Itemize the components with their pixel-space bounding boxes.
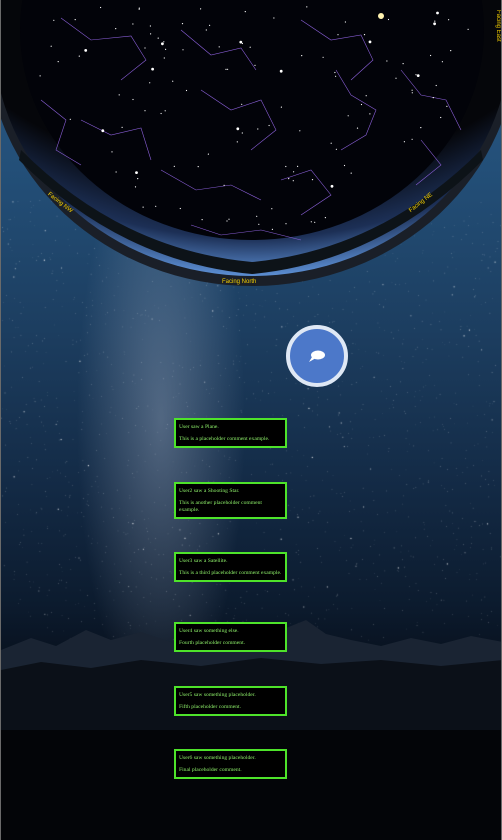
chat-button[interactable] bbox=[286, 325, 348, 387]
comment-card[interactable]: User3 saw a Satellite. This is a third p… bbox=[174, 552, 287, 582]
comment-body: This is another placeholder comment exam… bbox=[179, 499, 262, 513]
comment-card[interactable]: User2 saw a Shooting Star. This is anoth… bbox=[174, 482, 287, 519]
comment-body: Fourth placeholder comment. bbox=[179, 639, 246, 646]
facing-east-label: Facing East bbox=[495, 10, 501, 42]
comment-body: Final placeholder comment. bbox=[179, 766, 242, 773]
comment-title: User4 saw something else. bbox=[179, 628, 239, 634]
comment-card[interactable]: User5 saw something placeholder. Fifth p… bbox=[174, 686, 287, 716]
comment-body: This is a third placeholder comment exam… bbox=[179, 569, 282, 576]
comment-title: User2 saw a Shooting Star. bbox=[179, 488, 240, 494]
comment-card[interactable]: User4 saw something else. Fourth placeho… bbox=[174, 622, 287, 652]
comment-title: User3 saw a Satellite. bbox=[179, 558, 228, 564]
speech-bubble-icon bbox=[309, 350, 325, 362]
comment-body: Fifth placeholder comment. bbox=[179, 703, 241, 710]
comment-title: User saw a Plane. bbox=[179, 424, 219, 430]
comment-title: User5 saw something placeholder. bbox=[179, 692, 256, 698]
night-sky-background: Facing North Facing NW Facing NE Facing … bbox=[0, 0, 502, 840]
facing-north-label: Facing North bbox=[222, 279, 257, 285]
sky-map[interactable] bbox=[1, 0, 502, 300]
comment-body: This is a placeholder comment example. bbox=[179, 435, 270, 442]
comment-card[interactable]: User6 saw something placeholder. Final p… bbox=[174, 749, 287, 779]
comment-title: User6 saw something placeholder. bbox=[179, 755, 256, 761]
comment-card[interactable]: User saw a Plane. This is a placeholder … bbox=[174, 418, 287, 448]
